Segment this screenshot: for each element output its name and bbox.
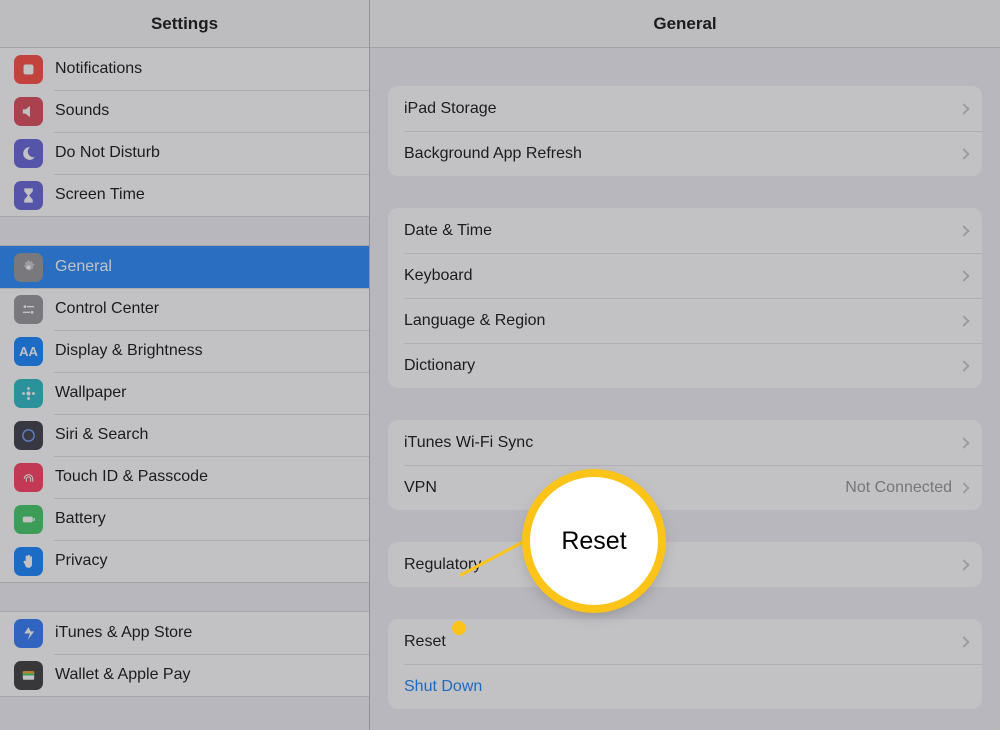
- wallet-icon: [14, 661, 43, 690]
- sidebar-scroll[interactable]: Notifications Sounds Do Not Disturb Scre…: [0, 48, 369, 730]
- sidebar-item-dnd[interactable]: Do Not Disturb: [0, 132, 369, 174]
- row-label: VPN: [404, 479, 845, 497]
- row-label: Shut Down: [404, 678, 968, 696]
- sidebar-item-label: Wallpaper: [55, 384, 126, 402]
- hand-icon: [14, 547, 43, 576]
- row-keyboard[interactable]: Keyboard: [388, 253, 982, 298]
- sounds-icon: [14, 97, 43, 126]
- chevron-right-icon: [958, 225, 969, 236]
- sidebar-item-controlcenter[interactable]: Control Center: [0, 288, 369, 330]
- detail-gap: [370, 176, 1000, 208]
- sidebar-gap: [0, 696, 369, 726]
- detail-group-reset: Reset Shut Down: [388, 619, 982, 709]
- sidebar-item-screentime[interactable]: Screen Time: [0, 174, 369, 216]
- sidebar-item-privacy[interactable]: Privacy: [0, 540, 369, 582]
- chevron-right-icon: [958, 315, 969, 326]
- chevron-right-icon: [958, 437, 969, 448]
- row-label: Language & Region: [404, 312, 960, 330]
- sidebar-group-1: Notifications Sounds Do Not Disturb Scre…: [0, 48, 369, 216]
- detail-gap: [370, 510, 1000, 542]
- sidebar-item-display[interactable]: AA Display & Brightness: [0, 330, 369, 372]
- detail-group-sync: iTunes Wi-Fi Sync VPN Not Connected: [388, 420, 982, 510]
- sidebar-item-label: Sounds: [55, 102, 109, 120]
- row-label: iPad Storage: [404, 100, 960, 118]
- notifications-icon: [14, 55, 43, 84]
- sidebar-item-label: iTunes & App Store: [55, 624, 192, 642]
- sidebar-item-siri[interactable]: Siri & Search: [0, 414, 369, 456]
- sidebar-item-label: Privacy: [55, 552, 107, 570]
- sidebar-item-wallet[interactable]: Wallet & Apple Pay: [0, 654, 369, 696]
- sidebar-item-label: Display & Brightness: [55, 342, 203, 360]
- detail-group-datetime: Date & Time Keyboard Language & Region D…: [388, 208, 982, 388]
- sidebar-item-general[interactable]: General: [0, 246, 369, 288]
- sidebar-item-label: Do Not Disturb: [55, 144, 160, 162]
- row-label: Dictionary: [404, 357, 960, 375]
- detail-gap: [370, 388, 1000, 420]
- row-vpn[interactable]: VPN Not Connected: [388, 465, 982, 510]
- row-itunes-wifi-sync[interactable]: iTunes Wi-Fi Sync: [388, 420, 982, 465]
- sidebar-item-notifications[interactable]: Notifications: [0, 48, 369, 90]
- row-dictionary[interactable]: Dictionary: [388, 343, 982, 388]
- chevron-right-icon: [958, 360, 969, 371]
- row-label: Regulatory: [404, 556, 960, 574]
- row-regulatory[interactable]: Regulatory: [388, 542, 982, 587]
- appstore-icon: [14, 619, 43, 648]
- sidebar-item-wallpaper[interactable]: Wallpaper: [0, 372, 369, 414]
- moon-icon: [14, 139, 43, 168]
- chevron-right-icon: [958, 148, 969, 159]
- chevron-right-icon: [958, 270, 969, 281]
- sidebar-item-label: Notifications: [55, 60, 142, 78]
- detail-gap: [370, 709, 1000, 730]
- detail-title: General: [370, 0, 1000, 48]
- sidebar-item-label: General: [55, 258, 112, 276]
- row-background-app-refresh[interactable]: Background App Refresh: [388, 131, 982, 176]
- chevron-right-icon: [958, 103, 969, 114]
- sidebar-item-touchid[interactable]: Touch ID & Passcode: [0, 456, 369, 498]
- sidebar-item-sounds[interactable]: Sounds: [0, 90, 369, 132]
- sidebar-item-label: Wallet & Apple Pay: [55, 666, 190, 684]
- sidebar-item-label: Control Center: [55, 300, 159, 318]
- hourglass-icon: [14, 181, 43, 210]
- row-label: Keyboard: [404, 267, 960, 285]
- sidebar-item-label: Touch ID & Passcode: [55, 468, 208, 486]
- detail-gap: [370, 587, 1000, 619]
- sidebar: Settings Notifications Sounds Do Not Dis…: [0, 0, 370, 730]
- chevron-right-icon: [958, 636, 969, 647]
- sidebar-item-battery[interactable]: Battery: [0, 498, 369, 540]
- row-value: Not Connected: [845, 479, 952, 497]
- settings-app: Settings Notifications Sounds Do Not Dis…: [0, 0, 1000, 730]
- sidebar-item-label: Battery: [55, 510, 106, 528]
- row-label: Reset: [404, 633, 960, 651]
- row-label: Background App Refresh: [404, 145, 960, 163]
- fingerprint-icon: [14, 463, 43, 492]
- row-label: Date & Time: [404, 222, 960, 240]
- sidebar-item-label: Screen Time: [55, 186, 145, 204]
- row-reset[interactable]: Reset: [388, 619, 982, 664]
- sidebar-gap: [0, 582, 369, 612]
- chevron-right-icon: [958, 559, 969, 570]
- detail-scroll[interactable]: iPad Storage Background App Refresh Date…: [370, 48, 1000, 730]
- row-shut-down[interactable]: Shut Down: [388, 664, 982, 709]
- detail-group-storage: iPad Storage Background App Refresh: [388, 86, 982, 176]
- sidebar-item-appstore[interactable]: iTunes & App Store: [0, 612, 369, 654]
- detail-gap: [370, 48, 1000, 86]
- sliders-icon: [14, 295, 43, 324]
- flower-icon: [14, 379, 43, 408]
- row-label: iTunes Wi-Fi Sync: [404, 434, 960, 452]
- detail-group-regulatory: Regulatory: [388, 542, 982, 587]
- sidebar-gap: [0, 216, 369, 246]
- row-ipad-storage[interactable]: iPad Storage: [388, 86, 982, 131]
- textsize-icon: AA: [14, 337, 43, 366]
- row-date-time[interactable]: Date & Time: [388, 208, 982, 253]
- sidebar-group-2: General Control Center AA Display & Brig…: [0, 246, 369, 582]
- row-language-region[interactable]: Language & Region: [388, 298, 982, 343]
- sidebar-title: Settings: [0, 0, 369, 48]
- detail-pane: General iPad Storage Background App Refr…: [370, 0, 1000, 730]
- sidebar-item-label: Siri & Search: [55, 426, 148, 444]
- battery-icon: [14, 505, 43, 534]
- sidebar-group-3: iTunes & App Store Wallet & Apple Pay: [0, 612, 369, 696]
- siri-icon: [14, 421, 43, 450]
- gear-icon: [14, 253, 43, 282]
- chevron-right-icon: [958, 482, 969, 493]
